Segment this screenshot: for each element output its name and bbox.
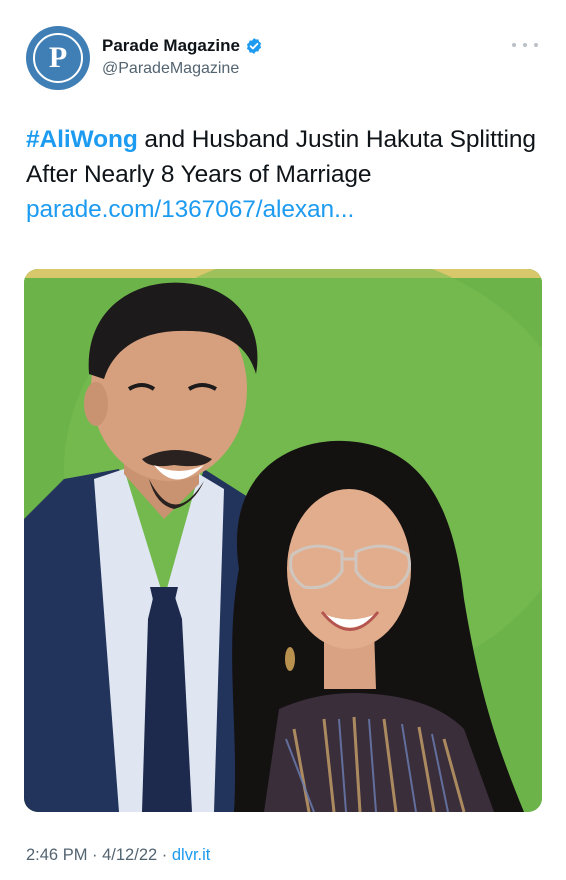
avatar[interactable]: P (26, 26, 90, 90)
tweet-photo[interactable] (24, 269, 542, 812)
author-block: Parade Magazine @ParadeMagazine (102, 34, 263, 78)
avatar-letter: P (33, 33, 83, 83)
photo-illustration (24, 269, 542, 812)
user-handle[interactable]: @ParadeMagazine (102, 60, 263, 78)
meta-separator: · (157, 846, 172, 864)
tweet-date[interactable]: 4/12/22 (102, 846, 157, 864)
display-name-row: Parade Magazine (102, 34, 263, 58)
verified-badge-icon (245, 37, 263, 55)
tweet-time[interactable]: 2:46 PM (26, 846, 87, 864)
hashtag-link[interactable]: #AliWong (26, 126, 138, 153)
meta-separator: · (87, 846, 103, 864)
more-options-icon[interactable] (512, 40, 538, 50)
display-name[interactable]: Parade Magazine (102, 36, 240, 56)
article-link[interactable]: parade.com/1367067/alexan... (26, 196, 354, 223)
tweet-text: #AliWong and Husband Justin Hakuta Split… (26, 122, 546, 227)
tweet-header: P Parade Magazine @ParadeMagazine (26, 26, 540, 96)
tweet-source-link[interactable]: dlvr.it (172, 846, 211, 864)
tweet-meta: 2:46 PM · 4/12/22 · dlvr.it (26, 846, 210, 865)
